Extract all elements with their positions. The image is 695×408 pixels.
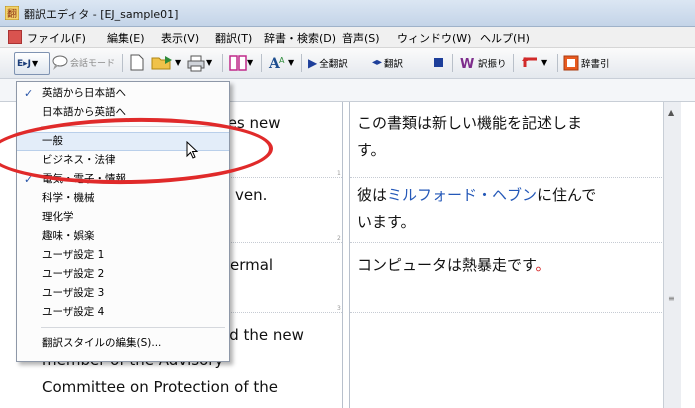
step-translate-icon: ◂▸ (372, 57, 383, 68)
app-icon: 翻 (5, 6, 19, 20)
source-segment-2[interactable]: ven. (235, 182, 267, 209)
scroll-grip-icon[interactable]: ≡ (668, 294, 675, 303)
source-segment-4-line-3[interactable]: Committee on Protection of the (42, 374, 278, 401)
window-title: 翻訳エディタ - [EJ_sample01] (24, 8, 179, 21)
document-icon[interactable] (8, 30, 22, 44)
proper-noun-highlight: ミルフォード・ヘブン (387, 186, 538, 204)
chevron-down-icon: ▼ (247, 58, 254, 67)
stop-icon (434, 58, 443, 67)
layout-button[interactable]: ▼ (229, 52, 253, 73)
toolbar-separator (301, 54, 302, 72)
menu-item-hobby[interactable]: 趣味・娯楽 (17, 227, 229, 246)
chevron-down-icon: ▼ (541, 58, 548, 67)
chevron-down-icon: ▼ (175, 58, 182, 67)
stop-button[interactable] (434, 52, 443, 73)
line-number: 2 (337, 235, 341, 242)
toolbar-separator (222, 54, 223, 72)
menu-item-physical-chemistry[interactable]: 理化学 (17, 208, 229, 227)
dictionary-lookup-button[interactable]: 辞書引 (563, 52, 610, 73)
toolbar-separator (557, 54, 558, 72)
menu-window[interactable]: ウィンドウ(W) (397, 30, 471, 46)
vertical-scrollbar[interactable]: ▲ ≡ (663, 102, 681, 408)
source-segment-4-line-1[interactable]: ed the new (220, 322, 304, 349)
segment-divider (350, 312, 664, 313)
title-bar: 翻 翻訳エディタ - [EJ_sample01] (0, 0, 695, 27)
target-text: に住んで (537, 186, 597, 204)
chevron-down-icon: ▼ (32, 59, 39, 68)
error-mark: 。 (535, 256, 551, 274)
menu-item-user-setting-2[interactable]: ユーザ設定 2 (17, 265, 229, 284)
segment-divider (350, 177, 664, 178)
font-icon: A A (268, 56, 285, 72)
furigana-label: 訳振り (478, 58, 507, 70)
furigana-icon: W (460, 57, 474, 71)
folder-open-icon (151, 55, 172, 69)
menu-item-edit-style[interactable]: 翻訳スタイルの編集(S)... (17, 334, 229, 353)
menu-item-user-setting-1[interactable]: ユーザ設定 1 (17, 246, 229, 265)
svg-text:翻: 翻 (7, 8, 17, 20)
menu-voice[interactable]: 音声(S) (342, 30, 380, 46)
toolbar-separator (513, 54, 514, 72)
menu-item-user-setting-3[interactable]: ユーザ設定 3 (17, 284, 229, 303)
undo-button[interactable]: ▼ (521, 52, 547, 73)
svg-text:A: A (279, 56, 285, 65)
menu-edit[interactable]: 編集(E) (107, 30, 145, 46)
font-button[interactable]: A A ▼ (268, 52, 294, 73)
svg-text:W: W (460, 57, 474, 71)
menu-item-en-to-ja[interactable]: ✓ 英語から日本語へ (17, 84, 229, 103)
target-text: コンピュータは熱暴走です (357, 256, 536, 274)
check-icon: ✓ (24, 87, 34, 100)
target-segment-3[interactable]: コンピュータは熱暴走です。 (357, 252, 551, 279)
open-button[interactable]: ▼ (151, 52, 181, 73)
dictionary-icon (563, 55, 579, 70)
translate-label: 翻訳 (384, 58, 404, 70)
furigana-button[interactable]: W 訳振り (460, 52, 507, 73)
menu-file[interactable]: ファイル(F) (27, 30, 86, 46)
menu-help[interactable]: ヘルプ(H) (480, 30, 530, 46)
target-segment-1-line-1[interactable]: この書類は新しい機能を記述しま (357, 110, 582, 137)
line-number: 3 (337, 305, 341, 312)
dictionary-label: 辞書引 (581, 58, 610, 70)
target-segment-2-line-2[interactable]: います。 (357, 209, 416, 236)
print-button[interactable]: ▼ (186, 52, 212, 73)
conversation-mode-button[interactable]: 会話モード (50, 52, 115, 73)
play-icon: ▶ (308, 55, 318, 70)
toolbar-separator (261, 54, 262, 72)
menu-bar: ファイル(F) 編集(E) 表示(V) 翻訳(T) 辞書・検索(D) 音声(S)… (0, 27, 695, 48)
target-pane[interactable]: この書類は新しい機能を記述しま す。 彼はミルフォード・ヘブンに住んで います。… (349, 102, 664, 408)
direction-label: E▸J (17, 58, 32, 69)
line-number: 1 (337, 170, 341, 177)
speech-bubble-icon (52, 55, 68, 70)
chevron-down-icon: ▼ (206, 58, 213, 67)
toolbar-separator (452, 54, 453, 72)
scroll-up-arrow-icon[interactable]: ▲ (668, 108, 674, 117)
menu-item-user-setting-4[interactable]: ユーザ設定 4 (17, 303, 229, 322)
translate-all-button[interactable]: ▶ 全翻訳 (308, 52, 348, 73)
menu-translate[interactable]: 翻訳(T) (215, 30, 252, 46)
translate-button[interactable]: ◂▸ 翻訳 (372, 52, 403, 73)
target-text: 彼は (357, 186, 388, 204)
toolbar-separator (122, 54, 123, 72)
new-document-icon (130, 54, 144, 71)
printer-icon (187, 55, 205, 71)
source-segment-3[interactable]: ermal (230, 252, 273, 279)
undo-icon (522, 56, 537, 67)
toolbar: E▸J ▼ 会話モード ▼ ▼ ▼ A A ▼ ▶ 全翻訳 ◂▸ 翻訳 W 訳振… (0, 48, 695, 79)
menu-dictionary-search[interactable]: 辞書・検索(D) (264, 30, 336, 46)
menu-item-science-machinery[interactable]: 科学・機械 (17, 189, 229, 208)
menu-view[interactable]: 表示(V) (161, 30, 199, 46)
target-segment-1-line-2[interactable]: す。 (357, 137, 386, 164)
chevron-down-icon: ▼ (288, 58, 295, 67)
translation-direction-dropdown[interactable]: E▸J ▼ (14, 52, 50, 75)
new-document-button[interactable] (130, 52, 144, 73)
conversation-mode-label: 会話モード (70, 59, 116, 69)
menu-separator (41, 327, 225, 328)
translate-all-label: 全翻訳 (319, 58, 348, 70)
columns-icon (229, 54, 247, 71)
segment-divider (350, 242, 664, 243)
target-segment-2-line-1[interactable]: 彼はミルフォード・ヘブンに住んで (357, 182, 596, 209)
